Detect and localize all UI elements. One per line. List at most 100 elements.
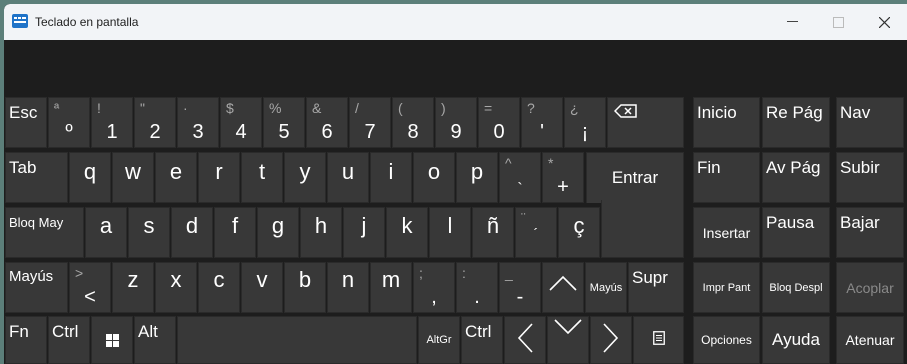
- key-x[interactable]: x: [155, 262, 197, 313]
- key-apostrophe[interactable]: ? ': [521, 97, 563, 148]
- key-0[interactable]: = 0: [478, 97, 520, 148]
- key-p[interactable]: p: [456, 152, 498, 203]
- key-right-ctrl[interactable]: Ctrl: [461, 316, 503, 364]
- key-impr-pant[interactable]: Impr Pant: [693, 262, 760, 313]
- key-av-pag[interactable]: Av Pág: [762, 152, 830, 203]
- key-label: Bloq Despl: [769, 281, 823, 294]
- key-a[interactable]: a: [85, 207, 127, 258]
- key-3[interactable]: · 3: [177, 97, 219, 148]
- key-subir[interactable]: Subir: [836, 152, 904, 203]
- key-l[interactable]: l: [429, 207, 471, 258]
- key-g[interactable]: g: [257, 207, 299, 258]
- key-label: 6: [321, 121, 333, 143]
- key-s[interactable]: s: [128, 207, 170, 258]
- key-j[interactable]: j: [343, 207, 385, 258]
- key-n-tilde[interactable]: ñ: [472, 207, 514, 258]
- key-b[interactable]: b: [284, 262, 326, 313]
- key-esc[interactable]: Esc: [5, 97, 47, 148]
- arrow-down-icon: [554, 319, 582, 335]
- key-less-than[interactable]: > <: [69, 262, 111, 313]
- key-label: c: [213, 267, 225, 292]
- key-6[interactable]: & 6: [306, 97, 348, 148]
- key-u[interactable]: u: [327, 152, 369, 203]
- key-caps-lock[interactable]: Bloq May: [5, 207, 84, 258]
- key-arrow-left[interactable]: [504, 316, 546, 364]
- key-1[interactable]: ! 1: [91, 97, 133, 148]
- key-enter[interactable]: Entrar: [586, 152, 684, 203]
- key-5[interactable]: % 5: [263, 97, 305, 148]
- key-ayuda[interactable]: Ayuda: [762, 316, 830, 364]
- key-f[interactable]: f: [214, 207, 256, 258]
- key-tab[interactable]: Tab: [5, 152, 68, 203]
- key-supr[interactable]: Supr: [628, 262, 684, 313]
- key-label: Esc: [9, 103, 38, 122]
- key-d[interactable]: d: [171, 207, 213, 258]
- key-grave[interactable]: ^ `: [499, 152, 541, 203]
- key-alt[interactable]: Alt: [134, 316, 176, 364]
- key-k[interactable]: k: [386, 207, 428, 258]
- key-backspace[interactable]: [607, 97, 684, 148]
- key-context-menu[interactable]: [633, 316, 684, 364]
- key-m[interactable]: m: [370, 262, 412, 313]
- key-space[interactable]: [177, 316, 417, 364]
- key-fn[interactable]: Fn: [5, 316, 47, 364]
- key-acute[interactable]: ¨ ´: [515, 207, 557, 258]
- key-minus[interactable]: _ -: [499, 262, 541, 313]
- key-arrow-down[interactable]: [547, 316, 589, 364]
- key-right-shift[interactable]: Mayús: [585, 262, 627, 313]
- key-comma[interactable]: ;,: [413, 262, 455, 313]
- minimize-button[interactable]: [769, 4, 815, 40]
- key-c[interactable]: c: [198, 262, 240, 313]
- key-label: Nav: [840, 103, 871, 122]
- key-arrow-right[interactable]: [590, 316, 632, 364]
- key-label: º: [65, 121, 73, 143]
- key-9[interactable]: ) 9: [435, 97, 477, 148]
- key-fin[interactable]: Fin: [693, 152, 760, 203]
- key-7[interactable]: /7: [349, 97, 391, 148]
- close-button[interactable]: [861, 4, 907, 40]
- key-windows[interactable]: [91, 316, 133, 364]
- key-shift-label: >: [75, 265, 84, 281]
- key-n[interactable]: n: [327, 262, 369, 313]
- key-2[interactable]: " 2: [134, 97, 176, 148]
- key-opciones[interactable]: Opciones: [693, 316, 760, 364]
- key-e[interactable]: e: [155, 152, 197, 203]
- key-arrow-up[interactable]: [542, 262, 584, 313]
- key-re-pag[interactable]: Re Pág: [762, 97, 830, 148]
- key-pausa[interactable]: Pausa: [762, 207, 830, 258]
- key-v[interactable]: v: [241, 262, 283, 313]
- key-shift-label: ·: [183, 100, 188, 116]
- key-inverted-exclamation[interactable]: ¿ ¡: [564, 97, 606, 148]
- key-label: ñ: [486, 213, 500, 238]
- key-t[interactable]: t: [241, 152, 283, 203]
- key-cedilla[interactable]: ç: [558, 207, 600, 258]
- key-o[interactable]: o: [413, 152, 455, 203]
- key-enter-lower[interactable]: [601, 200, 684, 258]
- key-label: Tab: [9, 158, 37, 177]
- key-label: w: [125, 159, 141, 184]
- key-plus[interactable]: * +: [542, 152, 584, 203]
- key-r[interactable]: r: [198, 152, 240, 203]
- key-z[interactable]: z: [112, 262, 154, 313]
- key-i[interactable]: i: [370, 152, 412, 203]
- key-nav[interactable]: Nav: [836, 97, 904, 148]
- key-label: t: [258, 159, 266, 184]
- key-ordinal[interactable]: ªº: [48, 97, 90, 148]
- key-altgr[interactable]: AltGr: [418, 316, 460, 364]
- key-inicio[interactable]: Inicio: [693, 97, 760, 148]
- key-atenuar[interactable]: Atenuar: [836, 316, 904, 364]
- key-left-shift[interactable]: Mayús: [5, 262, 68, 313]
- key-4[interactable]: $4: [220, 97, 262, 148]
- key-insertar[interactable]: Insertar: [693, 207, 760, 258]
- key-w[interactable]: w: [112, 152, 154, 203]
- key-bloq-despl[interactable]: Bloq Despl: [762, 262, 830, 313]
- key-h[interactable]: h: [300, 207, 342, 258]
- key-bajar[interactable]: Bajar: [836, 207, 904, 258]
- maximize-button[interactable]: [815, 4, 861, 40]
- key-period[interactable]: :.: [456, 262, 498, 313]
- key-acoplar[interactable]: Acoplar: [836, 262, 904, 313]
- key-q[interactable]: q: [69, 152, 111, 203]
- key-8[interactable]: (8: [392, 97, 434, 148]
- key-y[interactable]: y: [284, 152, 326, 203]
- key-left-ctrl[interactable]: Ctrl: [48, 316, 90, 364]
